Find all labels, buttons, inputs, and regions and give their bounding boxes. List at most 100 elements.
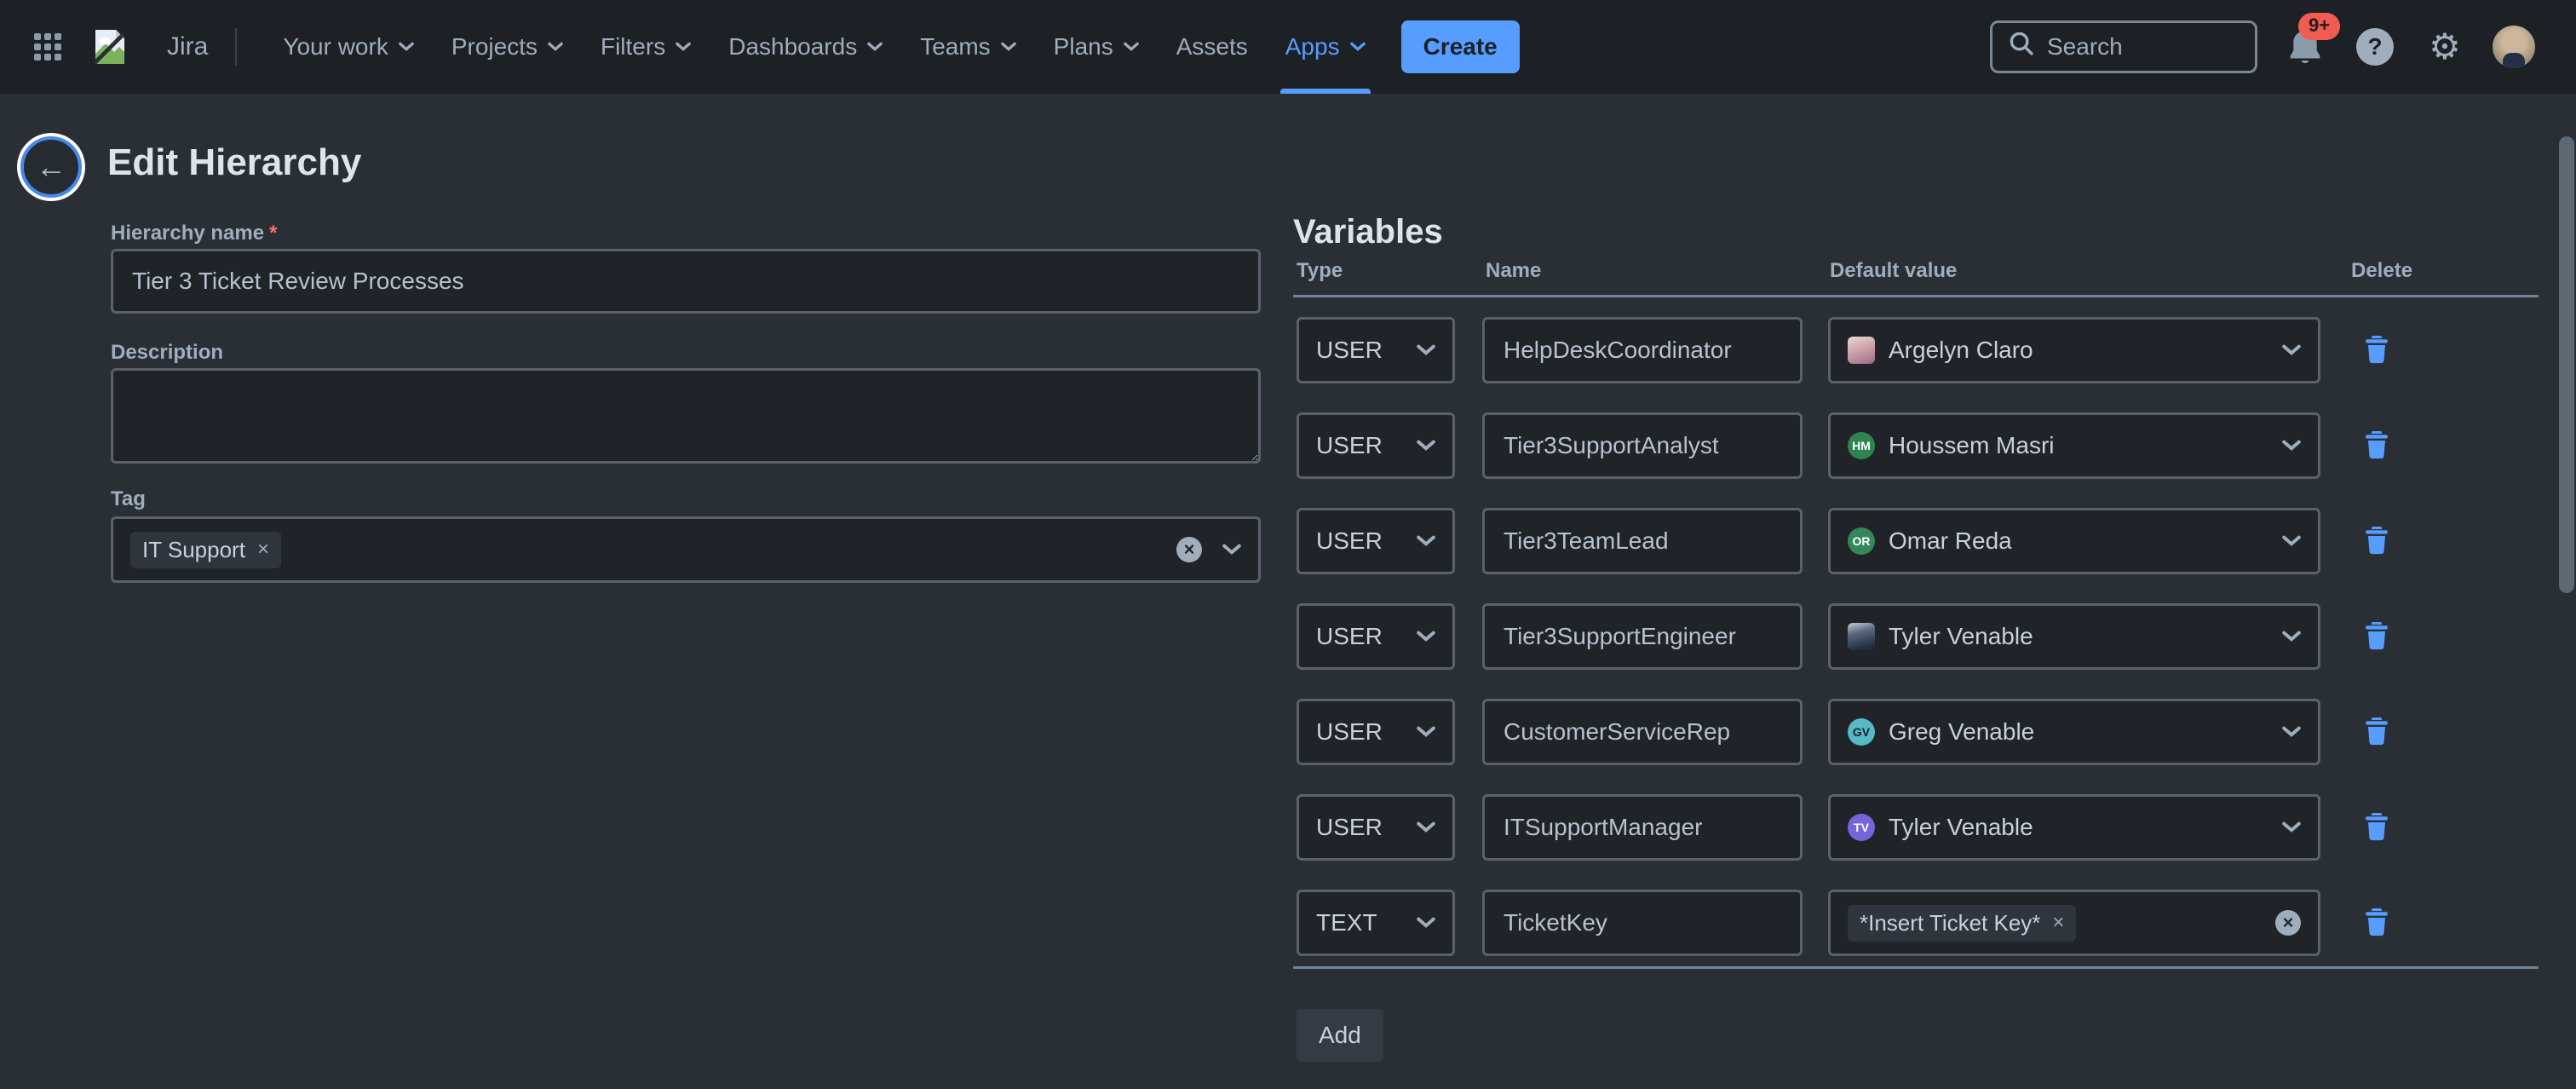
chevron-down-icon <box>2282 344 2301 356</box>
trash-icon <box>2365 812 2389 841</box>
variable-type-value: USER <box>1316 718 1383 746</box>
nav-item-label: Filters <box>601 33 665 60</box>
delete-variable-button[interactable] <box>2356 806 2397 847</box>
chevron-down-icon <box>867 42 883 52</box>
add-variable-button[interactable]: Add <box>1297 1009 1383 1062</box>
nav-item-projects[interactable]: Projects <box>433 0 582 94</box>
chevron-down-icon <box>399 42 414 52</box>
header-separator <box>1293 295 2539 297</box>
variables-title: Variables <box>1293 213 1443 251</box>
back-button[interactable]: ← <box>20 136 82 198</box>
jira-logo-broken-image-icon[interactable] <box>89 26 129 67</box>
variable-name-input[interactable] <box>1482 412 1803 479</box>
delete-variable-button[interactable] <box>2356 902 2397 942</box>
delete-variable-button[interactable] <box>2356 615 2397 656</box>
notification-count-badge: 9+ <box>2298 13 2340 40</box>
chevron-down-icon[interactable] <box>1222 544 1241 556</box>
search-box[interactable] <box>1990 20 2257 73</box>
settings-button[interactable]: ⚙ <box>2423 25 2467 69</box>
trash-icon <box>2365 717 2389 746</box>
notifications-button[interactable]: 9+ <box>2283 25 2327 69</box>
chevron-down-icon <box>1417 440 1435 452</box>
remove-tag-icon[interactable]: × <box>257 539 269 560</box>
vertical-scrollbar[interactable] <box>2559 136 2574 593</box>
app-switcher-icon[interactable] <box>34 33 61 60</box>
column-header-name: Name <box>1486 259 1541 283</box>
default-user-name: Omar Reda <box>1889 527 2012 555</box>
chevron-down-icon <box>1417 726 1435 738</box>
trash-icon <box>2365 621 2389 650</box>
edit-hierarchy-page: ← Edit Hierarchy Hierarchy name* Descrip… <box>0 94 2576 1089</box>
delete-variable-button[interactable] <box>2356 424 2397 465</box>
chevron-down-icon <box>548 42 563 52</box>
variable-default-select[interactable]: TV Tyler Venable <box>1828 794 2320 861</box>
variable-type-select[interactable]: USER <box>1297 603 1455 670</box>
nav-item-label: Plans <box>1054 33 1113 60</box>
variable-type-select[interactable]: USER <box>1297 412 1455 479</box>
nav-item-label: Dashboards <box>728 33 857 60</box>
create-button[interactable]: Create <box>1401 20 1520 73</box>
variable-type-select[interactable]: TEXT <box>1297 890 1455 956</box>
search-input[interactable] <box>2047 33 2240 60</box>
variable-type-value: USER <box>1316 623 1383 650</box>
variable-name-input[interactable] <box>1482 699 1803 765</box>
variable-type-select[interactable]: USER <box>1297 317 1455 383</box>
user-profile-avatar[interactable] <box>2493 26 2535 68</box>
trash-icon <box>2365 335 2389 364</box>
variable-type-select[interactable]: USER <box>1297 699 1455 765</box>
remove-chip-icon[interactable]: × <box>2052 913 2064 933</box>
hierarchy-name-input[interactable] <box>111 249 1261 314</box>
variable-type-value: USER <box>1316 527 1383 555</box>
nav-item-apps[interactable]: Apps <box>1267 0 1384 94</box>
tag-chip: IT Support × <box>130 532 281 568</box>
description-textarea[interactable] <box>111 368 1261 464</box>
tag-select[interactable]: IT Support × × <box>111 516 1261 583</box>
nav-right-controls: 9+ ? ⚙ <box>1990 20 2535 73</box>
delete-variable-button[interactable] <box>2356 329 2397 370</box>
nav-item-label: Projects <box>451 33 538 60</box>
variable-default-select[interactable]: GV Greg Venable <box>1828 699 2320 765</box>
variable-default-text-field[interactable]: *Insert Ticket Key* × × <box>1828 890 2320 956</box>
nav-item-teams[interactable]: Teams <box>901 0 1034 94</box>
nav-item-your-work[interactable]: Your work <box>264 0 432 94</box>
variable-name-input[interactable] <box>1482 794 1803 861</box>
variable-name-input[interactable] <box>1482 890 1803 956</box>
variable-default-select[interactable]: Argelyn Claro <box>1828 317 2320 383</box>
clear-all-icon[interactable]: × <box>1176 537 1202 562</box>
variable-row: USER GV Greg Venable <box>1290 699 2559 765</box>
nav-item-filters[interactable]: Filters <box>582 0 710 94</box>
trash-icon <box>2365 430 2389 459</box>
variable-name-input[interactable] <box>1482 317 1803 383</box>
chevron-down-icon <box>2282 535 2301 547</box>
variable-row: TEXT *Insert Ticket Key* × × <box>1290 890 2559 956</box>
variable-default-select[interactable]: Tyler Venable <box>1828 603 2320 670</box>
variable-default-select[interactable]: OR Omar Reda <box>1828 508 2320 574</box>
variable-name-input[interactable] <box>1482 508 1803 574</box>
help-button[interactable]: ? <box>2353 25 2397 69</box>
nav-item-dashboards[interactable]: Dashboards <box>710 0 901 94</box>
column-header-type: Type <box>1297 259 1343 283</box>
variable-name-input[interactable] <box>1482 603 1803 670</box>
variable-row: USER Tyler Venable <box>1290 603 2559 670</box>
chevron-down-icon <box>2282 726 2301 738</box>
description-label: Description <box>111 341 223 365</box>
variable-row: USER Argelyn Claro <box>1290 317 2559 383</box>
clear-field-icon[interactable]: × <box>2275 910 2301 936</box>
variable-row: USER HM Houssem Masri <box>1290 412 2559 479</box>
nav-item-assets[interactable]: Assets <box>1158 0 1267 94</box>
page-title: Edit Hierarchy <box>107 141 361 184</box>
delete-variable-button[interactable] <box>2356 520 2397 561</box>
hierarchy-name-label: Hierarchy name* <box>111 222 277 245</box>
variable-type-select[interactable]: USER <box>1297 508 1455 574</box>
default-user-name: Tyler Venable <box>1889 814 2033 841</box>
user-avatar-initials: HM <box>1848 432 1875 459</box>
variable-type-select[interactable]: USER <box>1297 794 1455 861</box>
chevron-down-icon <box>1417 917 1435 929</box>
trash-icon <box>2365 908 2389 936</box>
trash-icon <box>2365 526 2389 555</box>
tag-label: Tag <box>111 487 146 511</box>
nav-item-plans[interactable]: Plans <box>1035 0 1158 94</box>
variable-default-select[interactable]: HM Houssem Masri <box>1828 412 2320 479</box>
variable-row: USER TV Tyler Venable <box>1290 794 2559 861</box>
delete-variable-button[interactable] <box>2356 711 2397 752</box>
